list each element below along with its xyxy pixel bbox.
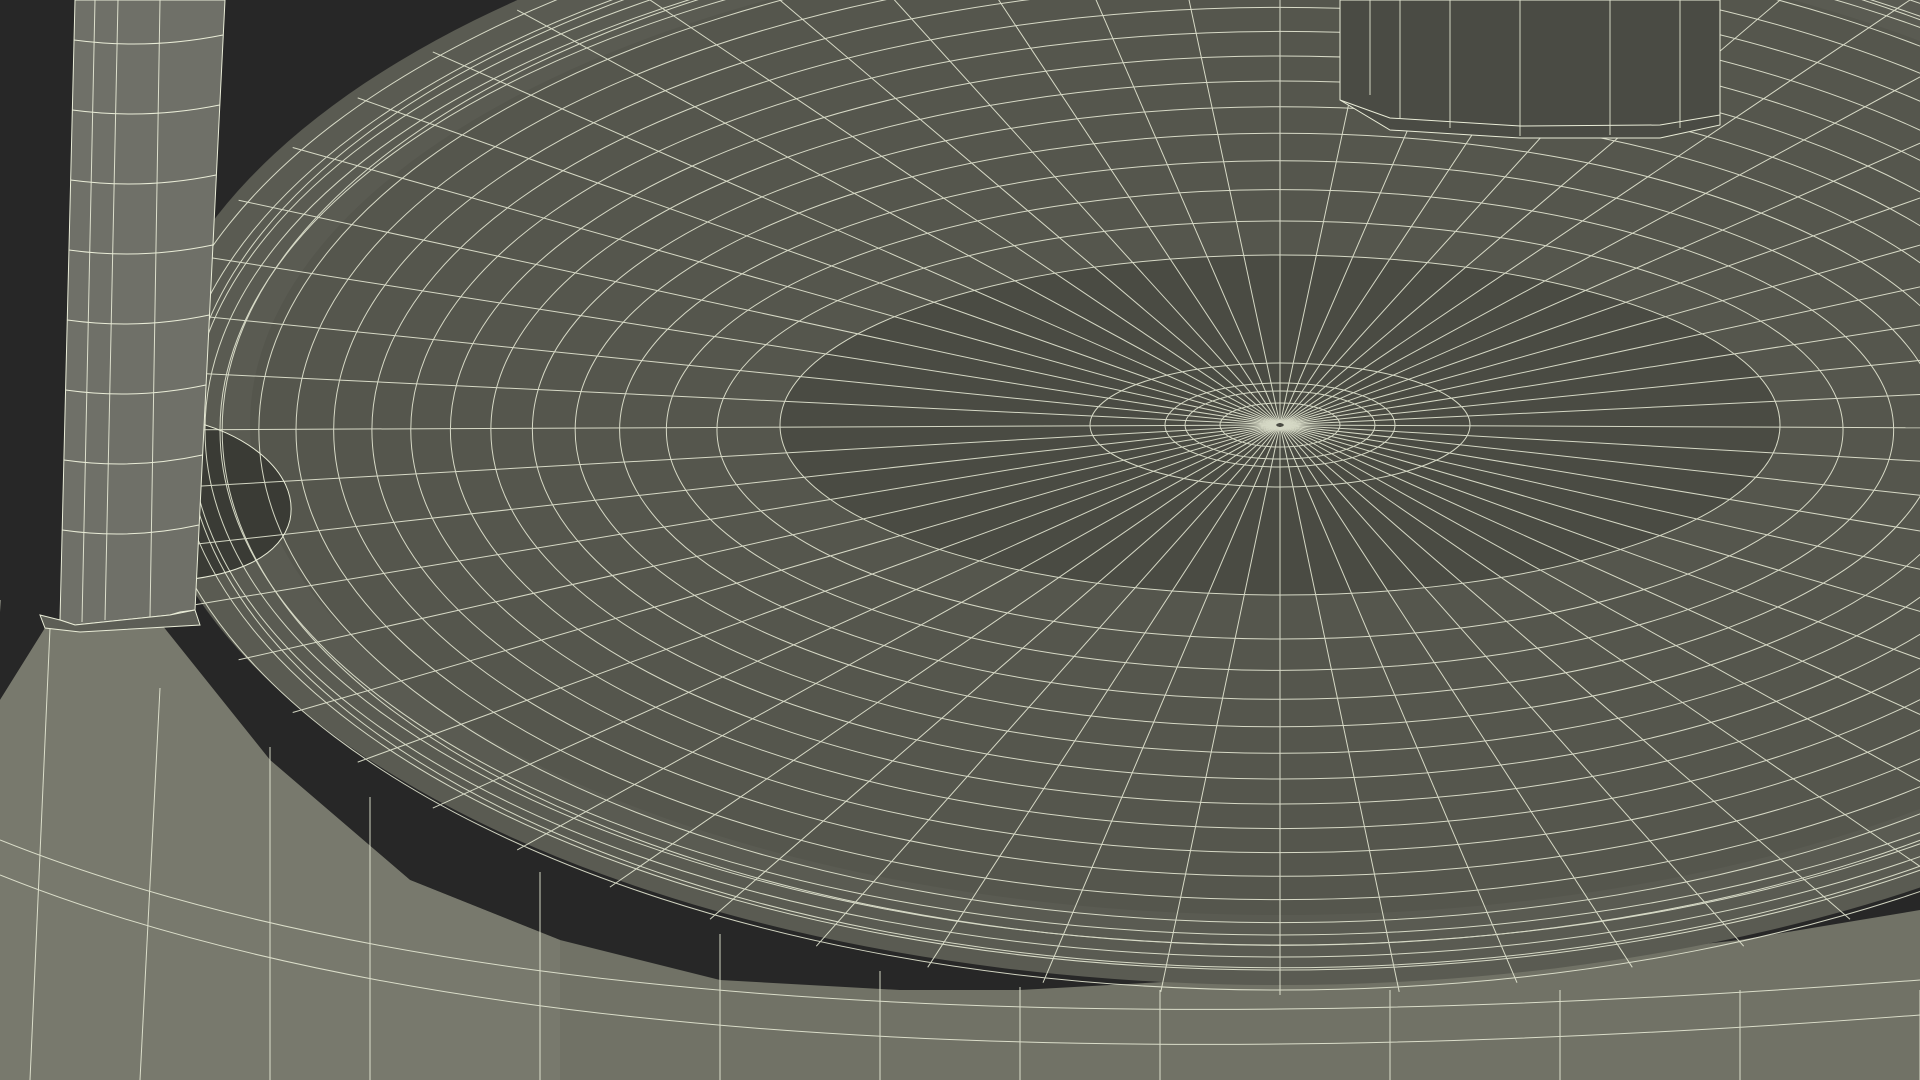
wireframe-viewport xyxy=(0,0,1920,1080)
top-post xyxy=(1339,0,1721,139)
wireframe-model xyxy=(0,0,1920,1080)
post-surface xyxy=(1339,0,1721,139)
